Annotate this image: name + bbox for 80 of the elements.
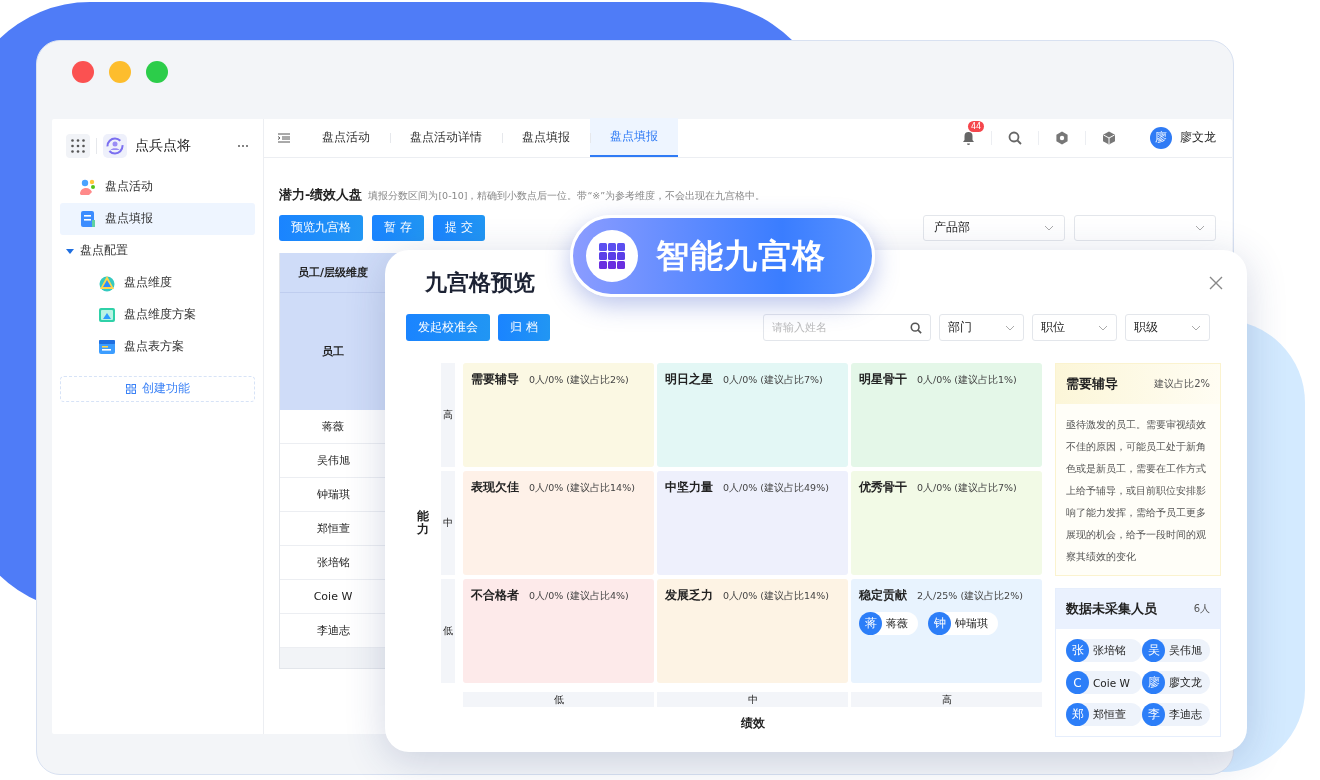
sidebar-item[interactable]: 盘点维度 xyxy=(60,266,255,299)
person-chip[interactable]: 李 李迪志 xyxy=(1142,703,1210,726)
person-chip[interactable]: 钟 钟瑞琪 xyxy=(928,612,998,635)
ratio-text: 建议占比2% xyxy=(1154,377,1210,391)
grid-cell: 明日之星 0人/0% (建议占比7%) xyxy=(657,363,848,467)
sidebar-item[interactable]: 盘点表方案 xyxy=(60,330,255,363)
description-text: 亟待激发的员工。需要审视绩效不佳的原因，可能员工处于新角色或是新员工，需要在工作方式上给予辅导，或目前职位安排影响了能力发挥，需给予员工更多展现的机会，给予一段时间的观察其绩效的变化 xyxy=(1065,418,1207,564)
sidebar-item[interactable]: 盘点维度方案 xyxy=(60,298,255,331)
grid-icon xyxy=(125,383,136,394)
grid-cell: 明星骨干 0人/0% (建议占比1%) xyxy=(851,363,1042,467)
people-icon xyxy=(79,177,97,196)
tab[interactable]: 盘点活动 xyxy=(302,118,390,158)
grid-cell: 需要辅导 0人/0% (建议占比2%) xyxy=(463,363,654,467)
user-avatar[interactable]: 廖 xyxy=(1150,126,1172,149)
search-icon[interactable] xyxy=(1008,130,1022,145)
page-title: 潜力-绩效人盘 xyxy=(279,185,363,204)
person-chip[interactable]: 郑 郑恒萱 xyxy=(1066,703,1142,726)
axis-label: 中 xyxy=(441,471,455,575)
chevron-icon xyxy=(1195,224,1205,231)
sidebar-item[interactable]: 盘点活动 xyxy=(60,170,255,203)
dropdown-field[interactable]: 部门 xyxy=(939,314,1024,341)
grid-cell: 中坚力量 0人/0% (建议占比49%) xyxy=(657,471,848,575)
grid-cell: 表现欠佳 0人/0% (建议占比14%) xyxy=(463,471,654,575)
person-chip[interactable]: 张 张培铭 xyxy=(1066,639,1142,662)
count-text: 6人 xyxy=(1193,602,1210,616)
chevron-icon xyxy=(1098,324,1108,331)
sidebar-item[interactable]: 盘点配置 xyxy=(60,234,255,267)
sidebar-item[interactable]: 盘点填报 xyxy=(60,202,255,235)
axis-label: 中 xyxy=(657,692,848,707)
axis-label: 低 xyxy=(441,579,455,683)
axis-title: 绩效 xyxy=(739,715,766,732)
tab[interactable]: 盘点活动详情 xyxy=(390,118,502,158)
dropdown-field[interactable] xyxy=(1074,214,1216,241)
modal-title: 九宫格预览 xyxy=(425,269,535,297)
caret-icon xyxy=(66,246,74,255)
person-chip[interactable]: C Coie W xyxy=(1066,671,1142,694)
axis-label: 低 xyxy=(463,692,654,707)
tab[interactable]: 盘点填报 xyxy=(502,118,590,158)
badge-title: 智能九宫格 xyxy=(656,234,826,277)
cube-icon[interactable] xyxy=(1102,130,1116,145)
document-icon xyxy=(79,209,97,228)
bell-icon[interactable] xyxy=(962,130,975,145)
card-title: 需要辅导 xyxy=(1066,375,1118,393)
maximize-window-button[interactable] xyxy=(146,60,168,83)
axis-label: 高 xyxy=(441,363,455,467)
card-title: 数据未采集人员 xyxy=(1066,600,1157,618)
dropdown-field[interactable]: 职位 xyxy=(1032,314,1117,341)
apps-icon xyxy=(71,138,85,153)
app-name: 点兵点将 xyxy=(135,136,192,155)
chevron-icon xyxy=(1191,324,1201,331)
tab[interactable]: 盘点填报 xyxy=(590,118,678,158)
logo-icon xyxy=(103,133,127,158)
grid-icon xyxy=(599,243,625,269)
grid-cell: 稳定贡献 2人/25% (建议占比2%) 蒋 蒋薇 钟 钟瑞琪 xyxy=(851,579,1042,683)
hint-text: 填报分数区间为[0-10]，精确到小数点后一位。带“※”为参考维度，不会出现在九宫格中。 xyxy=(368,189,766,203)
settings-icon[interactable] xyxy=(1055,130,1069,145)
table-icon xyxy=(98,337,116,356)
grid-cell: 优秀骨干 0人/0% (建议占比7%) xyxy=(851,471,1042,575)
toolbar-button[interactable]: 提 交 xyxy=(432,214,485,241)
grid-cell: 不合格者 0人/0% (建议占比4%) xyxy=(463,579,654,683)
close-window-button[interactable] xyxy=(72,60,94,83)
dropdown-field[interactable]: 产品部 xyxy=(923,214,1065,241)
user-name: 廖文龙 xyxy=(1180,129,1216,147)
search-icon xyxy=(910,321,922,334)
person-chip[interactable]: 吴 吴伟旭 xyxy=(1142,639,1210,662)
close-icon[interactable] xyxy=(1209,276,1223,290)
dropdown-field[interactable]: 职级 xyxy=(1125,314,1210,341)
notification-badge: 44 xyxy=(968,120,985,132)
more-icon[interactable] xyxy=(237,143,249,148)
create-button[interactable]: 创建功能 xyxy=(60,375,255,402)
grid-cell: 发展乏力 0人/0% (建议占比14%) xyxy=(657,579,848,683)
axis-title: 能力 xyxy=(417,509,429,537)
apps-button[interactable] xyxy=(66,133,90,158)
menu-icon[interactable] xyxy=(278,132,290,143)
image-icon xyxy=(98,305,116,324)
chevron-icon xyxy=(1005,324,1015,331)
person-chip[interactable]: 蒋 蒋薇 xyxy=(859,612,918,635)
person-chip[interactable]: 廖 廖文龙 xyxy=(1142,671,1210,694)
chevron-icon xyxy=(1044,224,1054,231)
axis-label: 高 xyxy=(851,692,1042,707)
